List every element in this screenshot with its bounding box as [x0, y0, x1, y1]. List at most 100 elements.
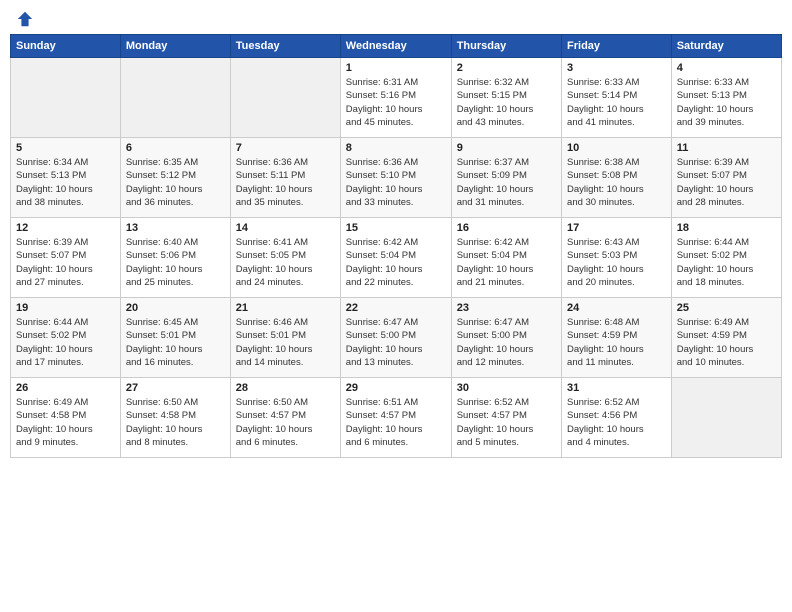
day-number: 16 — [457, 222, 556, 234]
day-number: 14 — [236, 222, 335, 234]
page-header — [10, 10, 782, 28]
day-number: 24 — [567, 302, 666, 314]
calendar-cell: 9 Sunrise: 6:37 AM Sunset: 5:09 PM Daylig… — [451, 138, 561, 218]
day-number: 3 — [567, 62, 666, 74]
day-number: 9 — [457, 142, 556, 154]
day-info: Sunrise: 6:44 AM Sunset: 5:02 PM Dayligh… — [677, 236, 776, 289]
day-info: Sunrise: 6:40 AM Sunset: 5:06 PM Dayligh… — [126, 236, 225, 289]
week-row-1: 1 Sunrise: 6:31 AM Sunset: 5:16 PM Daylig… — [11, 58, 782, 138]
day-info: Sunrise: 6:37 AM Sunset: 5:09 PM Dayligh… — [457, 156, 556, 209]
day-info: Sunrise: 6:47 AM Sunset: 5:00 PM Dayligh… — [457, 316, 556, 369]
day-number: 29 — [346, 382, 446, 394]
week-row-4: 19 Sunrise: 6:44 AM Sunset: 5:02 PM Dayli… — [11, 298, 782, 378]
calendar-cell: 28 Sunrise: 6:50 AM Sunset: 4:57 PM Dayli… — [230, 378, 340, 458]
header-day-wednesday: Wednesday — [340, 35, 451, 58]
day-number: 27 — [126, 382, 225, 394]
day-info: Sunrise: 6:45 AM Sunset: 5:01 PM Dayligh… — [126, 316, 225, 369]
day-number: 7 — [236, 142, 335, 154]
day-info: Sunrise: 6:42 AM Sunset: 5:04 PM Dayligh… — [457, 236, 556, 289]
day-number: 8 — [346, 142, 446, 154]
header-day-tuesday: Tuesday — [230, 35, 340, 58]
calendar-cell: 14Sunrise: 6:41 AM Sunset: 5:05 PM Dayli… — [230, 218, 340, 298]
day-number: 31 — [567, 382, 666, 394]
day-number: 2 — [457, 62, 556, 74]
day-info: Sunrise: 6:33 AM Sunset: 5:14 PM Dayligh… — [567, 76, 666, 129]
header-row: SundayMondayTuesdayWednesdayThursdayFrid… — [11, 35, 782, 58]
calendar-cell: 21 Sunrise: 6:46 AM Sunset: 5:01 PM Dayli… — [230, 298, 340, 378]
calendar-cell — [120, 58, 230, 138]
calendar-cell: 23Sunrise: 6:47 AM Sunset: 5:00 PM Dayli… — [451, 298, 561, 378]
day-info: Sunrise: 6:43 AM Sunset: 5:03 PM Dayligh… — [567, 236, 666, 289]
calendar-cell — [671, 378, 781, 458]
day-number: 26 — [16, 382, 115, 394]
calendar-cell: 22 Sunrise: 6:47 AM Sunset: 5:00 PM Dayli… — [340, 298, 451, 378]
day-info: Sunrise: 6:39 AM Sunset: 5:07 PM Dayligh… — [16, 236, 115, 289]
day-info: Sunrise: 6:50 AM Sunset: 4:58 PM Dayligh… — [126, 396, 225, 449]
day-number: 22 — [346, 302, 446, 314]
day-info: Sunrise: 6:44 AM Sunset: 5:02 PM Dayligh… — [16, 316, 115, 369]
day-number: 28 — [236, 382, 335, 394]
day-number: 12 — [16, 222, 115, 234]
day-number: 15 — [346, 222, 446, 234]
day-number: 19 — [16, 302, 115, 314]
calendar-cell — [230, 58, 340, 138]
day-info: Sunrise: 6:49 AM Sunset: 4:59 PM Dayligh… — [677, 316, 776, 369]
day-info: Sunrise: 6:35 AM Sunset: 5:12 PM Dayligh… — [126, 156, 225, 209]
day-info: Sunrise: 6:46 AM Sunset: 5:01 PM Dayligh… — [236, 316, 335, 369]
calendar-cell: 17 Sunrise: 6:43 AM Sunset: 5:03 PM Dayli… — [562, 218, 672, 298]
week-row-5: 26 Sunrise: 6:49 AM Sunset: 4:58 PM Dayli… — [11, 378, 782, 458]
day-info: Sunrise: 6:38 AM Sunset: 5:08 PM Dayligh… — [567, 156, 666, 209]
calendar-cell: 8 Sunrise: 6:36 AM Sunset: 5:10 PM Daylig… — [340, 138, 451, 218]
day-number: 18 — [677, 222, 776, 234]
calendar-cell: 10Sunrise: 6:38 AM Sunset: 5:08 PM Dayli… — [562, 138, 672, 218]
day-number: 11 — [677, 142, 776, 154]
calendar-cell — [11, 58, 121, 138]
day-info: Sunrise: 6:48 AM Sunset: 4:59 PM Dayligh… — [567, 316, 666, 369]
day-number: 13 — [126, 222, 225, 234]
calendar-cell: 12 Sunrise: 6:39 AM Sunset: 5:07 PM Dayli… — [11, 218, 121, 298]
day-info: Sunrise: 6:39 AM Sunset: 5:07 PM Dayligh… — [677, 156, 776, 209]
day-number: 1 — [346, 62, 446, 74]
header-day-saturday: Saturday — [671, 35, 781, 58]
calendar-cell: 4Sunrise: 6:33 AM Sunset: 5:13 PM Daylig… — [671, 58, 781, 138]
header-day-friday: Friday — [562, 35, 672, 58]
calendar-cell: 19 Sunrise: 6:44 AM Sunset: 5:02 PM Dayli… — [11, 298, 121, 378]
header-day-thursday: Thursday — [451, 35, 561, 58]
week-row-2: 5 Sunrise: 6:34 AM Sunset: 5:13 PM Daylig… — [11, 138, 782, 218]
calendar-cell: 25Sunrise: 6:49 AM Sunset: 4:59 PM Dayli… — [671, 298, 781, 378]
calendar-cell: 16 Sunrise: 6:42 AM Sunset: 5:04 PM Dayli… — [451, 218, 561, 298]
calendar-cell: 1 Sunrise: 6:31 AM Sunset: 5:16 PM Daylig… — [340, 58, 451, 138]
calendar-cell: 11 Sunrise: 6:39 AM Sunset: 5:07 PM Dayli… — [671, 138, 781, 218]
day-info: Sunrise: 6:34 AM Sunset: 5:13 PM Dayligh… — [16, 156, 115, 209]
calendar-cell: 2Sunrise: 6:32 AM Sunset: 5:15 PM Daylig… — [451, 58, 561, 138]
calendar-cell: 24 Sunrise: 6:48 AM Sunset: 4:59 PM Dayli… — [562, 298, 672, 378]
day-info: Sunrise: 6:31 AM Sunset: 5:16 PM Dayligh… — [346, 76, 446, 129]
day-info: Sunrise: 6:36 AM Sunset: 5:11 PM Dayligh… — [236, 156, 335, 209]
header-day-monday: Monday — [120, 35, 230, 58]
calendar-cell: 27 Sunrise: 6:50 AM Sunset: 4:58 PM Dayli… — [120, 378, 230, 458]
day-number: 5 — [16, 142, 115, 154]
calendar-cell: 3 Sunrise: 6:33 AM Sunset: 5:14 PM Daylig… — [562, 58, 672, 138]
day-info: Sunrise: 6:52 AM Sunset: 4:57 PM Dayligh… — [457, 396, 556, 449]
day-info: Sunrise: 6:52 AM Sunset: 4:56 PM Dayligh… — [567, 396, 666, 449]
day-number: 17 — [567, 222, 666, 234]
day-number: 30 — [457, 382, 556, 394]
calendar-cell: 31 Sunrise: 6:52 AM Sunset: 4:56 PM Dayli… — [562, 378, 672, 458]
calendar-cell: 6Sunrise: 6:35 AM Sunset: 5:12 PM Daylig… — [120, 138, 230, 218]
day-number: 20 — [126, 302, 225, 314]
calendar-cell: 7 Sunrise: 6:36 AM Sunset: 5:11 PM Daylig… — [230, 138, 340, 218]
day-number: 21 — [236, 302, 335, 314]
day-info: Sunrise: 6:42 AM Sunset: 5:04 PM Dayligh… — [346, 236, 446, 289]
day-info: Sunrise: 6:50 AM Sunset: 4:57 PM Dayligh… — [236, 396, 335, 449]
header-day-sunday: Sunday — [11, 35, 121, 58]
calendar-cell: 5 Sunrise: 6:34 AM Sunset: 5:13 PM Daylig… — [11, 138, 121, 218]
day-info: Sunrise: 6:49 AM Sunset: 4:58 PM Dayligh… — [16, 396, 115, 449]
calendar-cell: 26 Sunrise: 6:49 AM Sunset: 4:58 PM Dayli… — [11, 378, 121, 458]
day-info: Sunrise: 6:36 AM Sunset: 5:10 PM Dayligh… — [346, 156, 446, 209]
logo — [14, 10, 34, 28]
day-info: Sunrise: 6:47 AM Sunset: 5:00 PM Dayligh… — [346, 316, 446, 369]
calendar-cell: 20 Sunrise: 6:45 AM Sunset: 5:01 PM Dayli… — [120, 298, 230, 378]
day-info: Sunrise: 6:51 AM Sunset: 4:57 PM Dayligh… — [346, 396, 446, 449]
calendar-cell: 13 Sunrise: 6:40 AM Sunset: 5:06 PM Dayli… — [120, 218, 230, 298]
week-row-3: 12 Sunrise: 6:39 AM Sunset: 5:07 PM Dayli… — [11, 218, 782, 298]
